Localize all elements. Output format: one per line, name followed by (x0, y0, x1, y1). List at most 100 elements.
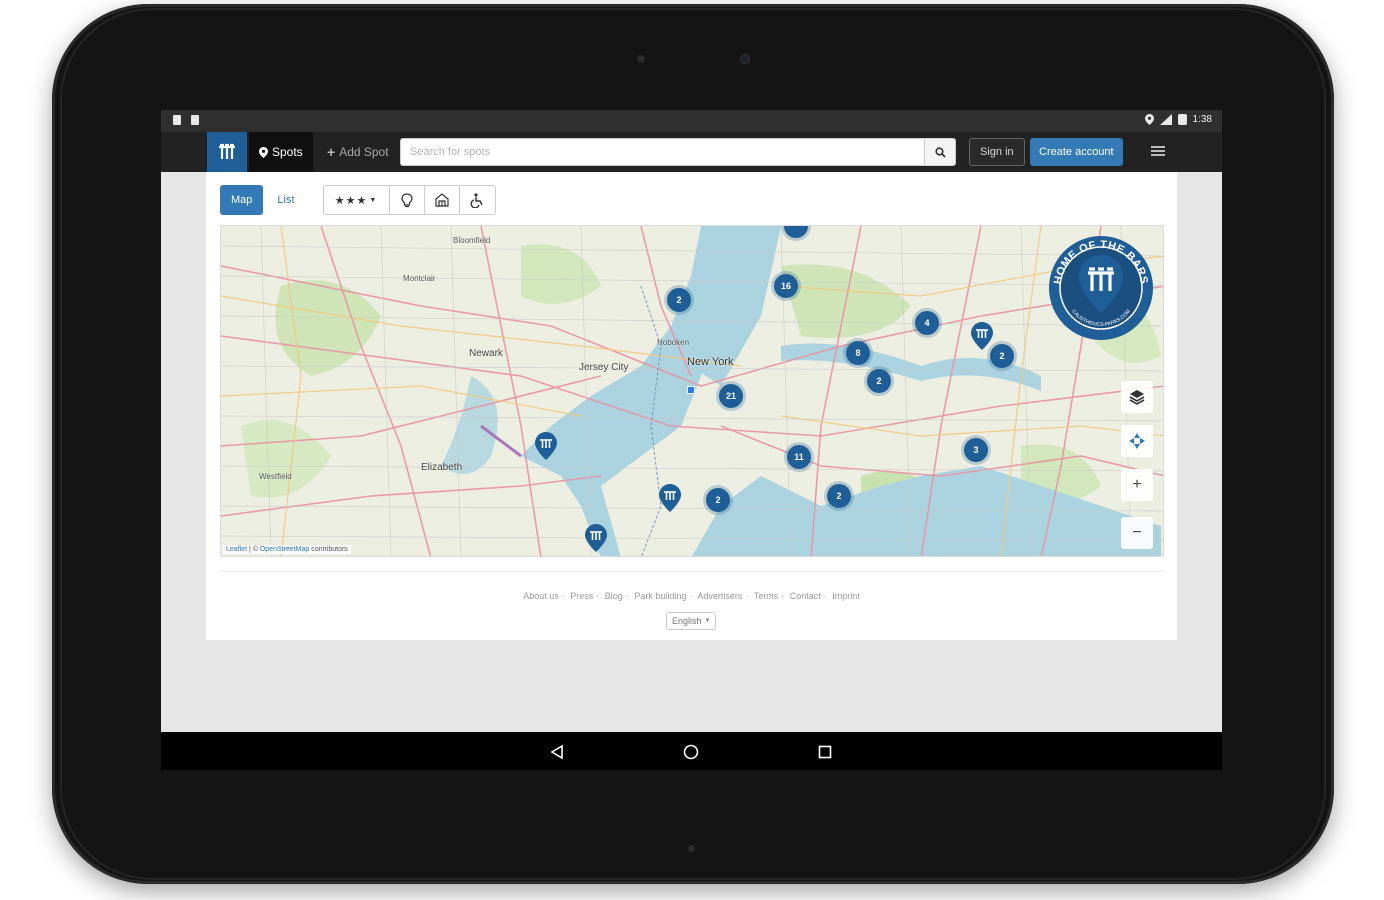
map-label-westfield: Westfield (259, 472, 292, 481)
recents-icon (818, 745, 832, 759)
footer-link-about[interactable]: About us (523, 591, 559, 601)
language-select[interactable]: English ▼ (666, 612, 717, 630)
signal-icon (1159, 114, 1172, 125)
map-view-button[interactable]: Map (220, 185, 264, 215)
footer-divider (220, 571, 1164, 572)
footer-separator: · (596, 591, 600, 601)
footer-separator: · (781, 591, 785, 601)
nav-add-spot-label: Add Spot (339, 145, 389, 159)
battery-icon (1177, 114, 1187, 125)
layers-icon (1129, 390, 1145, 405)
caret-down-icon: ▼ (704, 618, 711, 624)
footer-separator: · (745, 591, 749, 601)
leaflet-link[interactable]: Leaflet (226, 546, 247, 553)
calisthenics-bars-icon (219, 143, 235, 159)
footer-link-imprint[interactable]: Imprint (832, 591, 860, 601)
brand-logo[interactable] (207, 132, 247, 172)
tablet-screen: 1:38 Spots + Add Spot Sign in Create acc… (161, 110, 1222, 770)
home-button[interactable] (681, 742, 701, 762)
search-input[interactable] (400, 138, 924, 166)
map-marker-icon (259, 146, 268, 158)
accessibility-icon (470, 192, 483, 208)
footer-link-contact[interactable]: Contact (790, 591, 821, 601)
map-label-bloomfield: Bloomfield (453, 236, 491, 245)
status-time: 1:38 (1192, 114, 1212, 125)
footer-link-blog[interactable]: Blog (605, 591, 623, 601)
map-cluster[interactable]: 8 (846, 341, 870, 365)
locate-icon (1129, 433, 1145, 449)
footer-link-park-building[interactable]: Park building (634, 591, 686, 601)
map-cluster[interactable]: 11 (787, 445, 811, 469)
rating-stars: ★★★ (334, 194, 368, 207)
map-cluster[interactable]: 2 (867, 369, 891, 393)
map-cluster[interactable]: 2 (706, 488, 730, 512)
map-attribution: Leaflet | © OpenStreetMap contributors (223, 545, 351, 554)
bulb-icon (400, 192, 413, 207)
search-icon (934, 146, 946, 158)
footer-separator: · (561, 591, 565, 601)
home-icon (683, 744, 699, 760)
lighting-filter[interactable] (390, 186, 425, 214)
filter-group: ★★★ ▼ (322, 185, 496, 215)
map-label-newark: Newark (469, 348, 503, 359)
sign-in-button[interactable]: Sign in (969, 138, 1025, 166)
zoom-in-button[interactable]: + (1121, 469, 1153, 501)
rating-filter[interactable]: ★★★ ▼ (324, 186, 390, 214)
map-pin-icon[interactable] (971, 322, 993, 350)
osm-link[interactable]: OpenStreetMap (260, 546, 309, 553)
footer-link-press[interactable]: Press (570, 591, 593, 601)
sd-card-icon (173, 115, 181, 125)
nav-spots[interactable]: Spots (249, 132, 313, 172)
nav-spots-label: Spots (272, 145, 303, 159)
map-label-new-york: New York (687, 356, 734, 368)
page-content: Map List ★★★ ▼ New York Jersey City Newa… (206, 172, 1177, 640)
map-label-elizabeth: Elizabeth (421, 462, 463, 473)
attribution-text: contributors (311, 546, 348, 553)
hamburger-icon[interactable] (1151, 144, 1165, 158)
home-of-the-bars-logo: HOME OF THE BARS CALISTHENICS-PARKS.COM (1049, 236, 1153, 340)
map-location-marker (687, 386, 695, 394)
language-label: English (672, 616, 702, 626)
notification-icon (191, 115, 199, 125)
map-cluster[interactable]: 4 (915, 311, 939, 335)
map-label-hoboken: Hoboken (657, 338, 690, 347)
map-cluster[interactable]: 2 (667, 288, 691, 312)
back-button[interactable] (547, 742, 567, 762)
map-pin-icon[interactable] (535, 432, 557, 460)
list-view-button[interactable]: List (263, 185, 308, 215)
zoom-out-button[interactable]: − (1121, 517, 1153, 549)
footer-links: About us · Press · Blog · Park building · Ad… (206, 591, 1177, 601)
map-pin-icon[interactable] (659, 484, 681, 512)
search-bar (400, 138, 956, 166)
shelter-icon (434, 193, 449, 207)
nav-add-spot[interactable]: + Add Spot (323, 132, 393, 172)
plus-icon: + (327, 144, 336, 160)
search-button[interactable] (924, 138, 956, 166)
map-cluster[interactable]: 16 (774, 274, 798, 298)
footer-separator: · (823, 591, 827, 601)
map-cluster[interactable]: 21 (719, 384, 743, 408)
android-status-bar: 1:38 (161, 110, 1222, 132)
map-cluster[interactable]: 2 (990, 344, 1014, 368)
map-cluster[interactable]: 3 (964, 438, 988, 462)
footer-separator: · (689, 591, 693, 601)
footer-separator: · (625, 591, 629, 601)
front-camera (740, 54, 750, 64)
locate-button[interactable] (1121, 425, 1153, 457)
shelter-filter[interactable] (425, 186, 460, 214)
accessibility-filter[interactable] (460, 186, 495, 214)
spots-map[interactable]: New York Jersey City Newark Elizabeth Mo… (220, 225, 1164, 557)
map-cluster[interactable]: 2 (827, 484, 851, 508)
android-nav-bar (161, 732, 1222, 770)
back-icon (550, 744, 563, 760)
caret-down-icon: ▼ (369, 196, 378, 204)
layers-button[interactable] (1121, 381, 1153, 413)
app-navbar: Spots + Add Spot Sign in Create account (161, 132, 1222, 172)
footer-link-terms[interactable]: Terms (754, 591, 779, 601)
recents-button[interactable] (815, 742, 835, 762)
create-account-button[interactable]: Create account (1030, 138, 1123, 166)
location-icon (1144, 114, 1154, 125)
map-pin-icon[interactable] (585, 524, 607, 552)
footer-link-advertisers[interactable]: Advertisers (697, 591, 742, 601)
view-toolbar: Map List ★★★ ▼ (220, 184, 496, 216)
